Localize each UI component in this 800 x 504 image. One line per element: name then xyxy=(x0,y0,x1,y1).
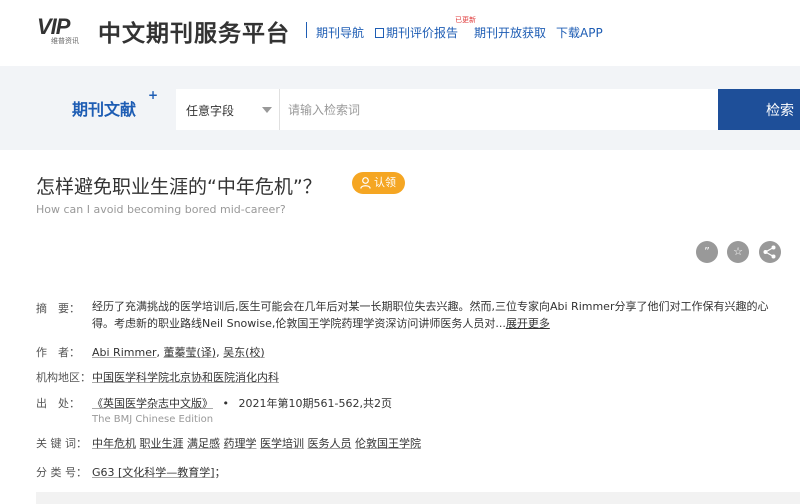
journal-title-en: The BMJ Chinese Edition xyxy=(92,414,214,425)
claim-label: 认领 xyxy=(374,176,396,189)
nav-journal-guide[interactable]: 期刊导航 xyxy=(316,24,364,41)
class-link[interactable]: G63 [文化科学—教育学] xyxy=(92,466,215,479)
keyword-link[interactable]: 药理学 xyxy=(224,437,257,450)
brand-label: 期刊文献 xyxy=(72,100,137,119)
site-title: 中文期刊服务平台 xyxy=(98,21,290,47)
class-value: G63 [文化科学—教育学]； xyxy=(92,464,226,480)
keyword-link[interactable]: 医务人员 xyxy=(308,437,352,450)
article-title: 怎样避免职业生涯的“中年危机”？ xyxy=(36,176,322,198)
journal-literature-brand[interactable]: 期刊文献 + xyxy=(72,88,158,120)
claim-button[interactable]: 认领 xyxy=(352,172,405,194)
new-badge: 已更新 xyxy=(455,16,476,24)
chevron-down-icon xyxy=(262,107,272,113)
author-list: Abi Rimmer, 董蓁莹(译), 吴东(校) xyxy=(92,344,265,360)
nav-evaluation-report-label: 期刊评价报告 xyxy=(386,26,459,40)
source-value: 《英国医学杂志中文版》 • 2021年第10期561-562,共2页 xyxy=(92,395,392,411)
abstract-label: 摘 要： xyxy=(36,302,80,315)
author-link[interactable]: 吴东(校) xyxy=(223,346,265,359)
keyword-link[interactable]: 中年危机 xyxy=(92,437,136,450)
org-label: 机构地区： xyxy=(36,371,91,384)
vip-logo[interactable]: VIP 维普资讯 xyxy=(37,14,89,46)
source-label: 出 处： xyxy=(36,397,80,410)
search-field-select[interactable]: 任意字段 xyxy=(176,89,280,130)
abstract-body: 经历了充满挑战的医学培训后,医生可能会在几年后对某一长期职位失去兴趣。然而,三位… xyxy=(92,300,769,330)
org-link[interactable]: 中国医学科学院北京协和医院消化内科 xyxy=(92,369,279,385)
keywords-label: 关 键 词： xyxy=(36,437,87,450)
keyword-link[interactable]: 职业生涯 xyxy=(140,437,184,450)
source-separator: • xyxy=(222,397,230,410)
class-label: 分 类 号： xyxy=(36,466,87,479)
keyword-link[interactable]: 满足感 xyxy=(187,437,220,450)
org-text: 中国医学科学院北京协和医院消化内科 xyxy=(92,371,279,384)
keyword-list: 中年危机 职业生涯 满足感 药理学 医学培训 医务人员 伦敦国王学院 xyxy=(92,435,421,451)
abstract-text: 经历了充满挑战的医学培训后,医生可能会在几年后对某一长期职位失去兴趣。然而,三位… xyxy=(92,298,782,332)
quote-icon[interactable]: ” xyxy=(696,241,718,263)
issue-info: 2021年第10期561-562,共2页 xyxy=(238,397,392,410)
search-button[interactable]: 检索 xyxy=(718,89,800,130)
nav-open-access[interactable]: 期刊开放获取 xyxy=(474,24,546,41)
author-link[interactable]: 董蓁莹(译) xyxy=(163,346,216,359)
search-input[interactable] xyxy=(280,89,718,130)
user-icon xyxy=(360,177,371,189)
nav-evaluation-report[interactable]: 期刊评价报告 xyxy=(375,24,458,41)
brand-plus: + xyxy=(148,88,159,102)
logo-subtitle: 维普资讯 xyxy=(51,37,79,45)
keyword-link[interactable]: 医学培训 xyxy=(260,437,304,450)
author-link[interactable]: Abi Rimmer xyxy=(92,346,156,359)
keyword-link[interactable]: 伦敦国王学院 xyxy=(355,437,421,450)
author-label: 作 者： xyxy=(36,346,80,359)
class-suffix: ； xyxy=(214,466,226,479)
favorite-icon[interactable]: ☆ xyxy=(727,241,749,263)
article-title-en: How can I avoid becoming bored mid-caree… xyxy=(36,203,286,216)
top-header: VIP 维普资讯 中文期刊服务平台 期刊导航 期刊评价报告 已更新 期刊开放获取… xyxy=(0,0,800,66)
share-icon[interactable] xyxy=(759,241,781,263)
share-glyph xyxy=(763,245,776,259)
expand-more-link[interactable]: 展开更多 xyxy=(506,317,550,330)
nav-download-app[interactable]: 下载APP xyxy=(556,24,603,41)
header-divider xyxy=(306,22,307,38)
bottom-panel xyxy=(36,492,800,504)
report-icon xyxy=(375,28,384,38)
journal-link[interactable]: 《英国医学杂志中文版》 xyxy=(92,397,213,410)
search-field-value: 任意字段 xyxy=(186,104,235,118)
